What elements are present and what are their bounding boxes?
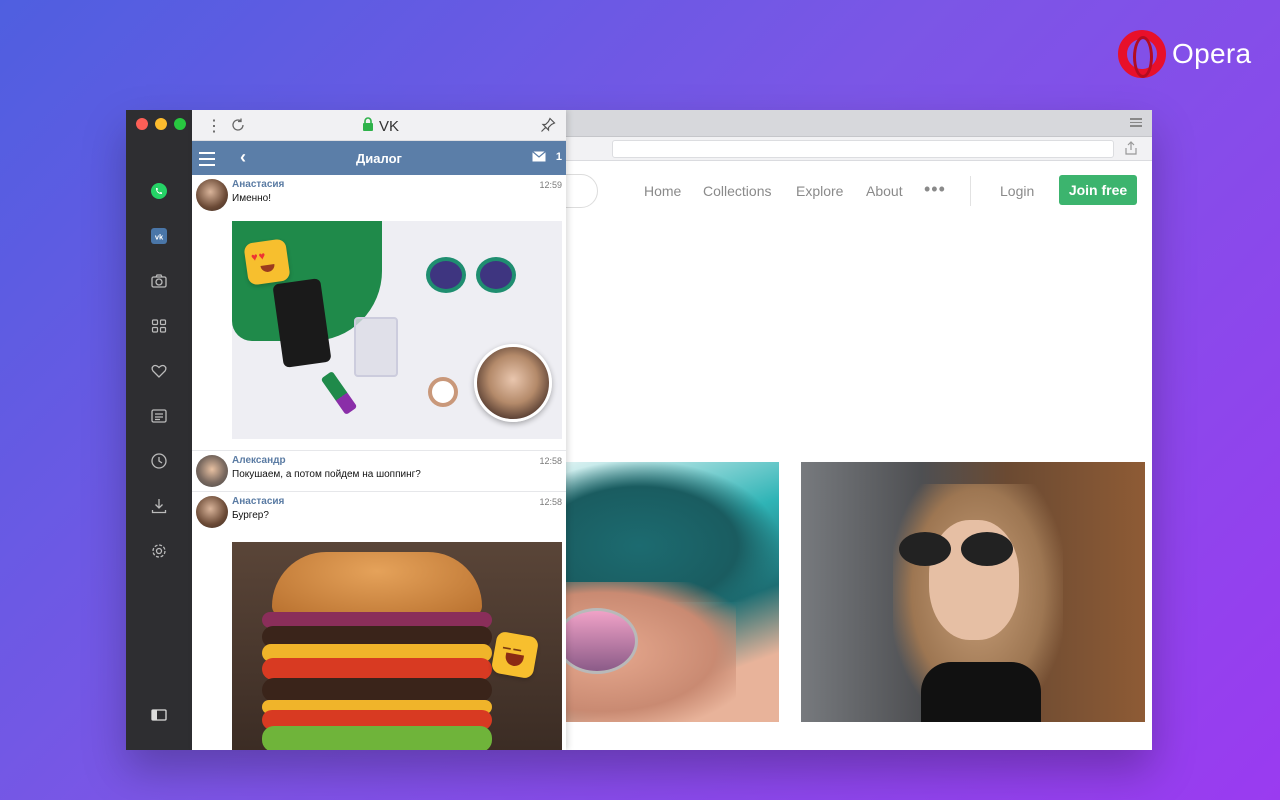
grid-icon[interactable] — [149, 316, 169, 336]
burger-photo[interactable] — [232, 542, 562, 750]
nav-more-button[interactable]: ••• — [924, 179, 946, 200]
lock-icon — [363, 117, 373, 131]
unread-count-badge: 1 — [555, 151, 562, 163]
message-time: 12:58 — [539, 497, 562, 507]
message-author[interactable]: Анастасия — [232, 179, 558, 190]
nav-explore-link[interactable]: Explore — [796, 183, 843, 199]
message-item: Анастасия 12:58 Бургер? — [192, 492, 566, 540]
url-input[interactable] — [612, 140, 1114, 158]
panel-title: VK — [379, 118, 400, 135]
panel-toolbar: ⋮ VK — [192, 110, 566, 141]
message-time: 12:58 — [539, 456, 562, 466]
login-link[interactable]: Login — [1000, 183, 1034, 199]
pin-icon[interactable] — [540, 117, 556, 133]
browser-window: Home Collections Explore About ••• Login… — [126, 110, 1152, 750]
opera-brand: Opera — [1118, 30, 1251, 78]
window-controls — [136, 118, 186, 130]
reload-icon[interactable] — [230, 117, 246, 133]
nav-collections-link[interactable]: Collections — [703, 183, 771, 199]
minimize-window-button[interactable] — [155, 118, 167, 130]
message-text: Именно! — [232, 193, 272, 204]
avatar[interactable] — [196, 496, 228, 528]
message-author[interactable]: Анастасия — [232, 496, 558, 507]
brand-name: Opera — [1172, 38, 1252, 69]
mail-icon[interactable] — [532, 151, 546, 162]
nav-about-link[interactable]: About — [866, 183, 903, 199]
panel-menu-button[interactable]: ⋮ — [206, 116, 222, 136]
vk-header: ‹ Диалог 1 — [192, 141, 566, 175]
heart-eyes-emoji-icon — [243, 238, 291, 286]
nav-home-link[interactable]: Home — [644, 183, 681, 199]
news-icon[interactable] — [149, 406, 169, 426]
vk-icon[interactable]: vk — [149, 226, 169, 246]
message-author[interactable]: Александр — [232, 455, 558, 466]
message-item: Александр 12:58 Покушаем, а потом пойдем… — [192, 451, 566, 491]
vk-side-panel: ⋮ VK ‹ Диалог 1 Анастасия 12:59 Именно! — [192, 110, 566, 750]
tab-menu-icon[interactable] — [1130, 118, 1142, 129]
maximize-window-button[interactable] — [174, 118, 186, 130]
laughing-emoji-icon — [490, 630, 540, 680]
photo-woman-sunglasses[interactable] — [801, 462, 1145, 722]
video-message-bubble[interactable] — [474, 344, 552, 422]
message-time: 12:59 — [539, 180, 562, 190]
nav-divider — [970, 176, 971, 206]
whatsapp-icon[interactable] — [149, 181, 169, 201]
opera-logo-icon — [1118, 30, 1166, 78]
message-text: Бургер? — [232, 510, 269, 521]
avatar[interactable] — [196, 455, 228, 487]
opera-sidebar: vk — [126, 110, 192, 750]
history-icon[interactable] — [149, 451, 169, 471]
join-free-button[interactable]: Join free — [1059, 175, 1137, 205]
heart-icon[interactable] — [149, 361, 169, 381]
sidebar-toggle-icon[interactable] — [149, 705, 169, 725]
message-text: Покушаем, а потом пойдем на шоппинг? — [232, 469, 421, 480]
photo-man-sunglasses[interactable] — [546, 462, 779, 722]
camera-icon[interactable] — [149, 271, 169, 291]
avatar[interactable] — [196, 179, 228, 211]
share-icon[interactable] — [1124, 141, 1138, 155]
svg-text:vk: vk — [155, 233, 164, 242]
close-window-button[interactable] — [136, 118, 148, 130]
settings-icon[interactable] — [149, 541, 169, 561]
dialog-title: Диалог — [356, 151, 402, 166]
download-icon[interactable] — [149, 496, 169, 516]
